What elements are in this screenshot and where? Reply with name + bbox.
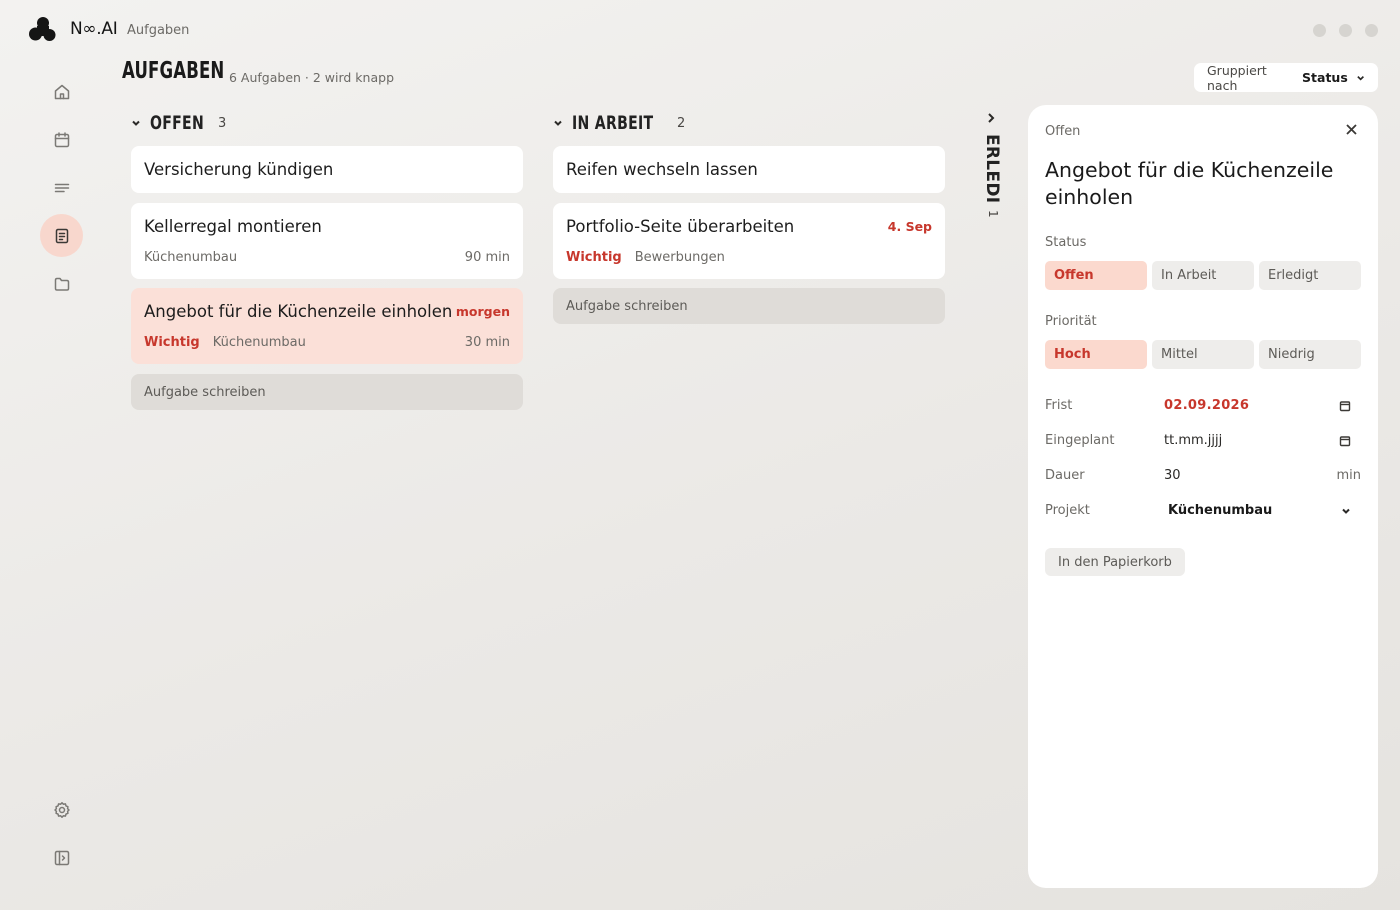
priority-segmented-control: Hoch Mittel Niedrig — [1045, 340, 1361, 369]
task-due: 4. Sep — [887, 219, 932, 234]
chevron-down-icon — [554, 120, 562, 126]
add-task-button[interactable]: Aufgabe schreiben — [131, 374, 523, 410]
task-card-selected[interactable]: Angebot für die Küchenzeile einholen mor… — [131, 288, 523, 364]
project-field[interactable]: Projekt Küchenumbau — [1045, 503, 1361, 523]
column-done-collapsed[interactable]: ERLEDIGT 1 — [982, 112, 1002, 224]
move-to-trash-button[interactable]: In den Papierkorb — [1045, 548, 1185, 576]
page-subtitle: 6 Aufgaben · 2 wird knapp — [229, 70, 395, 85]
column-title: IN ARBEIT — [572, 112, 654, 134]
sidebar-item-home[interactable] — [40, 70, 83, 113]
column-count: 1 — [986, 210, 1000, 218]
priority-label: Priorität — [1045, 314, 1097, 329]
calendar-icon[interactable] — [1339, 435, 1351, 447]
notes-icon — [54, 183, 69, 192]
breadcrumb: Aufgaben — [127, 23, 190, 38]
app-brand: N∞.AI — [70, 19, 118, 39]
folder-icon — [54, 277, 69, 291]
sidebar-item-tasks[interactable] — [40, 214, 83, 257]
window-maximize-button[interactable] — [1339, 24, 1352, 37]
task-card[interactable]: Versicherung kündigen — [131, 146, 523, 193]
task-card[interactable]: Portfolio-Seite überarbeiten 4. Sep Wich… — [553, 203, 945, 279]
priority-option-medium[interactable]: Mittel — [1152, 340, 1254, 369]
task-detail-panel: Offen Angebot für die Küchenzeile einhol… — [1028, 105, 1378, 888]
task-duration: 90 min — [464, 250, 510, 265]
deadline-label: Frist — [1045, 398, 1073, 413]
sidebar-item-settings[interactable] — [40, 788, 83, 831]
priority-badge: Wichtig — [144, 335, 200, 350]
deadline-value[interactable]: 02.09.2026 — [1164, 398, 1249, 413]
task-card[interactable]: Reifen wechseln lassen — [553, 146, 945, 193]
task-project: Küchenumbau — [212, 335, 306, 350]
deadline-field[interactable]: Frist 02.09.2026 — [1045, 398, 1361, 418]
duration-field[interactable]: Dauer 30 min — [1045, 468, 1361, 488]
chevron-down-icon — [132, 120, 140, 126]
sidebar-item-calendar[interactable] — [40, 118, 83, 161]
column-title: OFFEN — [150, 112, 205, 134]
status-label: Status — [1045, 235, 1087, 250]
status-segmented-control: Offen In Arbeit Erledigt — [1045, 261, 1361, 290]
chevron-down-icon — [1342, 508, 1350, 514]
column-title: ERLEDIGT — [982, 134, 1002, 204]
calendar-icon[interactable] — [1339, 400, 1351, 412]
detail-title[interactable]: Angebot für die Küchenzeile einholen — [1045, 157, 1345, 211]
page-title: AUFGABEN — [122, 58, 225, 84]
settings-icon — [53, 801, 70, 818]
add-task-button[interactable]: Aufgabe schreiben — [553, 288, 945, 324]
chevron-down-icon — [1357, 75, 1364, 81]
task-title: Kellerregal montieren — [144, 217, 322, 236]
task-card[interactable]: Kellerregal montieren Küchenumbau 90 min — [131, 203, 523, 279]
scheduled-field[interactable]: Eingeplant tt.mm.jjjj — [1045, 433, 1361, 453]
chevron-right-icon — [988, 113, 995, 123]
column-count: 2 — [677, 115, 686, 131]
group-by-select[interactable]: Gruppiert nach Status — [1194, 62, 1378, 93]
sidebar-item-notes[interactable] — [40, 166, 83, 209]
duration-value[interactable]: 30 — [1164, 468, 1181, 483]
duration-unit: min — [1336, 468, 1361, 483]
task-project: Küchenumbau — [144, 250, 238, 265]
scheduled-label: Eingeplant — [1045, 433, 1115, 448]
sidebar-toggle-button[interactable] — [40, 836, 83, 879]
status-option-done[interactable]: Erledigt — [1259, 261, 1361, 290]
sidebar-item-projects[interactable] — [40, 262, 83, 305]
priority-option-high[interactable]: Hoch — [1045, 340, 1147, 369]
calendar-icon — [54, 131, 69, 147]
task-project: Bewerbungen — [634, 250, 725, 265]
scheduled-value[interactable]: tt.mm.jjjj — [1164, 433, 1222, 448]
task-duration: 30 min — [464, 335, 510, 350]
task-due: morgen — [455, 304, 510, 319]
column-header-in-progress[interactable]: IN ARBEIT 2 — [553, 111, 685, 135]
column-count: 3 — [218, 115, 227, 131]
column-header-open[interactable]: OFFEN 3 — [131, 111, 226, 135]
task-title: Portfolio-Seite überarbeiten — [566, 217, 795, 236]
detail-status-crumb: Offen — [1045, 124, 1081, 139]
window-minimize-button[interactable] — [1313, 24, 1326, 37]
priority-badge: Wichtig — [566, 250, 622, 265]
project-label: Projekt — [1045, 503, 1090, 518]
priority-option-low[interactable]: Niedrig — [1259, 340, 1361, 369]
window-close-button[interactable] — [1365, 24, 1378, 37]
duration-label: Dauer — [1045, 468, 1085, 483]
task-title: Reifen wechseln lassen — [566, 160, 758, 179]
group-by-value: Status — [1302, 70, 1348, 85]
close-icon[interactable] — [1345, 123, 1358, 136]
home-icon — [54, 84, 69, 99]
status-option-open[interactable]: Offen — [1045, 261, 1147, 290]
group-by-label: Gruppiert nach — [1207, 62, 1267, 93]
task-title: Versicherung kündigen — [144, 160, 334, 179]
sidebar-toggle-icon — [54, 850, 69, 865]
status-option-in-progress[interactable]: In Arbeit — [1152, 261, 1254, 290]
logo-icon — [29, 17, 56, 41]
project-value[interactable]: Küchenumbau — [1168, 503, 1272, 518]
window-controls — [1313, 24, 1378, 37]
tasks-icon — [55, 228, 68, 243]
task-title: Angebot für die Küchenzeile einholen — [144, 302, 453, 321]
